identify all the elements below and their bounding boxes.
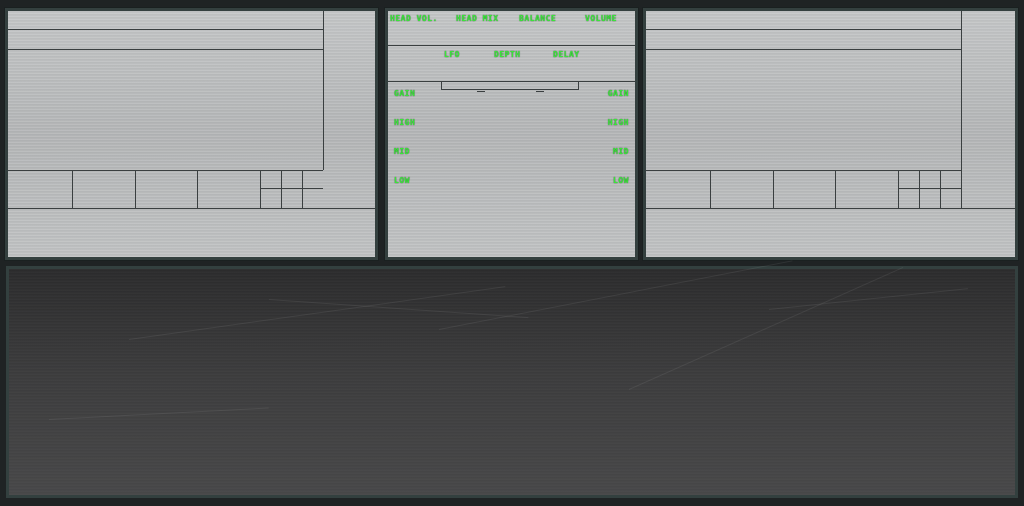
volume-label: VOLUME [585, 14, 617, 23]
left-deck-divider-v [323, 11, 324, 170]
left-deck-grid-h [260, 188, 323, 189]
left-deck-grid-v [302, 170, 303, 208]
bottom-browser-panel [6, 260, 1018, 498]
scratch-mark [628, 267, 904, 390]
left-deck-panel [4, 7, 379, 261]
crossfader-marker [536, 91, 544, 92]
right-deck-pad-sep [710, 170, 711, 208]
left-high-label: HIGH [394, 118, 416, 127]
right-deck-grid-h [898, 188, 961, 189]
right-deck-pad-sep [898, 170, 899, 208]
delay-label: DELAY [553, 50, 580, 59]
crossfader-marker [477, 91, 485, 92]
left-mid-label: MID [394, 147, 410, 156]
left-deck-grid-v [281, 170, 282, 208]
right-deck-divider-h1 [646, 29, 961, 30]
right-high-label: HIGH [607, 118, 629, 127]
left-deck-divider-h4 [8, 208, 375, 209]
left-deck-pad-sep [197, 170, 198, 208]
head-mix-label: HEAD MIX [456, 14, 499, 23]
right-deck-grid-v [919, 170, 920, 208]
right-deck-grid-v [940, 170, 941, 208]
center-mixer-panel: HEAD VOL. HEAD MIX BALANCE VOLUME LFO DE… [384, 7, 639, 261]
scratch-mark [128, 286, 506, 340]
right-deck-panel [642, 7, 1019, 261]
right-low-label: LOW [613, 176, 629, 185]
right-gain-label: GAIN [607, 89, 629, 98]
scratch-mark [48, 407, 269, 420]
mixer-header-divider [388, 45, 635, 46]
right-deck-divider-h3 [646, 170, 961, 171]
right-deck-divider-h4 [646, 208, 1015, 209]
lfo-label: LFO [444, 50, 460, 59]
depth-label: DEPTH [494, 50, 521, 59]
right-deck-pad-sep [835, 170, 836, 208]
left-deck-divider-h2 [8, 49, 323, 50]
left-low-label: LOW [394, 176, 410, 185]
right-deck-divider-h2 [646, 49, 961, 50]
right-deck-pad-sep [773, 170, 774, 208]
right-deck-divider-v [961, 11, 962, 208]
right-mid-label: MID [613, 147, 629, 156]
left-deck-divider-h3 [8, 170, 323, 171]
left-gain-label: GAIN [394, 89, 416, 98]
crossfader-track[interactable] [441, 81, 579, 90]
left-deck-pad-sep [72, 170, 73, 208]
balance-label: BALANCE [519, 14, 557, 23]
scratch-mark [768, 288, 968, 310]
left-deck-pad-sep [135, 170, 136, 208]
left-deck-pad-sep [260, 170, 261, 208]
head-vol-label: HEAD VOL. [390, 14, 438, 23]
left-deck-divider-h1 [8, 29, 323, 30]
scratch-mark [438, 260, 793, 330]
